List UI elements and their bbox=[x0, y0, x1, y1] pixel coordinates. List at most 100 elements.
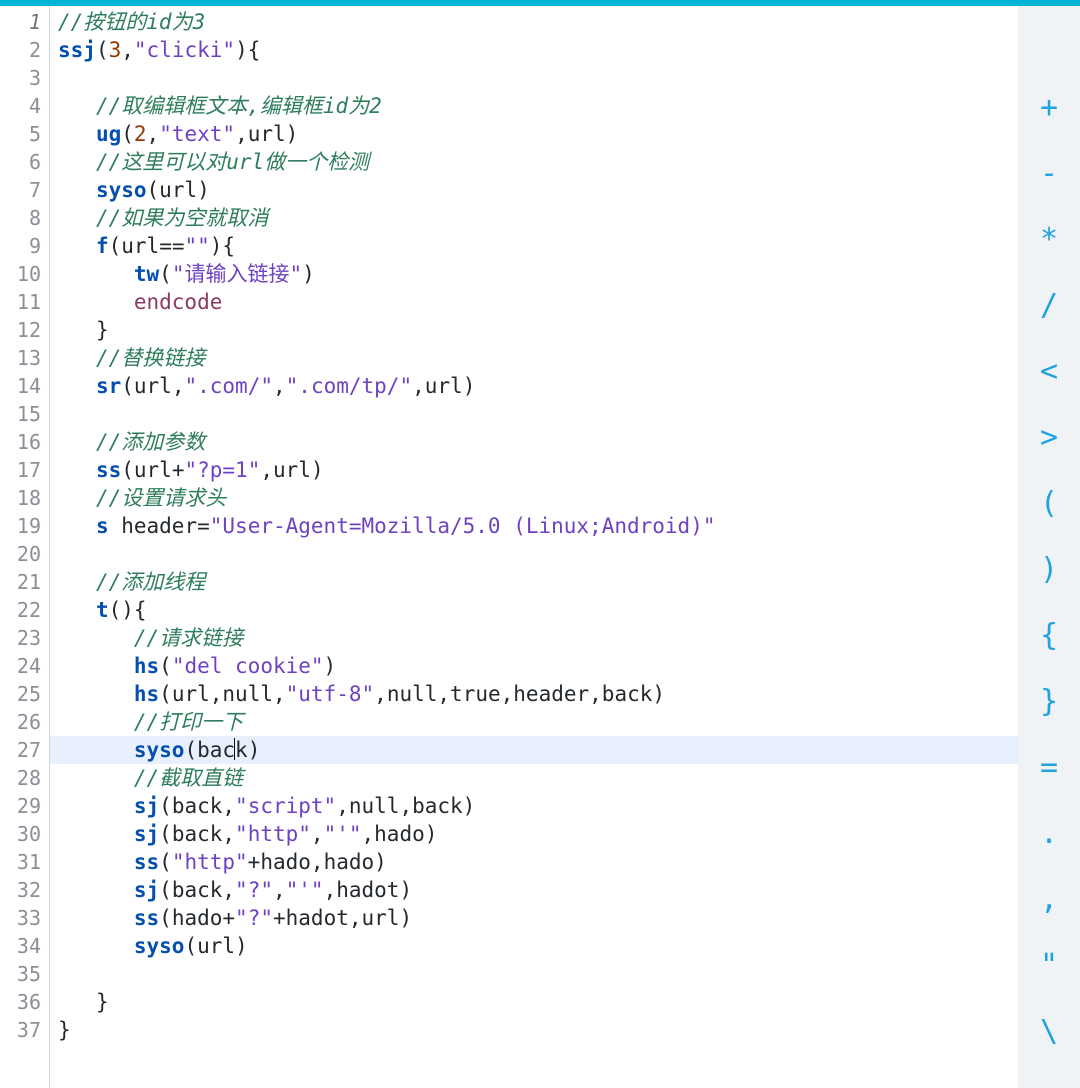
code-line[interactable]: sr(url,".com/",".com/tp/",url) bbox=[50, 372, 1018, 400]
dot-icon[interactable]: . bbox=[1029, 818, 1069, 848]
line-number: 19 bbox=[0, 512, 49, 540]
code-line[interactable]: f(url==""){ bbox=[50, 232, 1018, 260]
token-punc: ( bbox=[147, 178, 160, 202]
token-punc: ) bbox=[286, 122, 299, 146]
code-line[interactable]: //添加线程 bbox=[50, 568, 1018, 596]
line-number-gutter[interactable]: 1234567891011121314151617181920212223242… bbox=[0, 6, 50, 1088]
code-line[interactable] bbox=[50, 64, 1018, 92]
code-line[interactable]: //这里可以对url做一个检测 bbox=[50, 148, 1018, 176]
token-str: "请输入链接" bbox=[172, 262, 302, 286]
code-line[interactable]: syso(url) bbox=[50, 932, 1018, 960]
open-brace-icon[interactable]: { bbox=[1029, 620, 1069, 650]
code-line[interactable]: } bbox=[50, 316, 1018, 344]
code-line[interactable]: } bbox=[50, 988, 1018, 1016]
comma-icon[interactable]: , bbox=[1029, 884, 1069, 914]
token-ident: back bbox=[412, 794, 463, 818]
token-fn: ug bbox=[96, 122, 121, 146]
less-than-icon[interactable]: < bbox=[1029, 356, 1069, 386]
plus-icon[interactable]: + bbox=[1029, 92, 1069, 122]
code-line[interactable]: sj(back,"script",null,back) bbox=[50, 792, 1018, 820]
code-line[interactable]: //替换链接 bbox=[50, 344, 1018, 372]
equals-icon[interactable]: = bbox=[1029, 752, 1069, 782]
token-ident: url bbox=[134, 458, 172, 482]
token-punc: } bbox=[96, 318, 109, 342]
code-line[interactable]: hs("del cookie") bbox=[50, 652, 1018, 680]
line-number: 20 bbox=[0, 540, 49, 568]
code-line[interactable]: } bbox=[50, 1016, 1018, 1044]
code-line[interactable]: ug(2,"text",url) bbox=[50, 120, 1018, 148]
token-punc: = bbox=[197, 514, 210, 538]
token-punc: ( bbox=[121, 122, 134, 146]
code-line[interactable]: //设置请求头 bbox=[50, 484, 1018, 512]
token-punc: ) bbox=[399, 906, 412, 930]
token-punc: , bbox=[324, 878, 337, 902]
code-line[interactable]: hs(url,null,"utf-8",null,true,header,bac… bbox=[50, 680, 1018, 708]
code-line[interactable]: endcode bbox=[50, 288, 1018, 316]
line-number: 21 bbox=[0, 568, 49, 596]
code-line[interactable]: //如果为空就取消 bbox=[50, 204, 1018, 232]
token-num: 3 bbox=[109, 38, 122, 62]
line-number: 17 bbox=[0, 456, 49, 484]
token-ident: url bbox=[197, 934, 235, 958]
line-number: 4 bbox=[0, 92, 49, 120]
code-line[interactable]: //请求链接 bbox=[50, 624, 1018, 652]
token-fn: sj bbox=[134, 878, 159, 902]
code-line[interactable]: ssj(3,"clicki"){ bbox=[50, 36, 1018, 64]
token-punc: + bbox=[222, 906, 235, 930]
code-line[interactable]: t(){ bbox=[50, 596, 1018, 624]
code-line[interactable]: ss(url+"?p=1",url) bbox=[50, 456, 1018, 484]
code-text-area[interactable]: //按钮的id为3ssj(3,"clicki"){ //取编辑框文本,编辑框id… bbox=[50, 6, 1018, 1088]
code-line[interactable]: s header="User-Agent=Mozilla/5.0 (Linux;… bbox=[50, 512, 1018, 540]
minus-icon[interactable]: - bbox=[1029, 158, 1069, 188]
code-line[interactable]: ss(hado+"?"+hadot,url) bbox=[50, 904, 1018, 932]
token-fn: syso bbox=[96, 178, 147, 202]
token-punc: ( bbox=[184, 934, 197, 958]
token-punc: + bbox=[273, 906, 286, 930]
close-paren-icon[interactable]: ) bbox=[1029, 554, 1069, 584]
code-line[interactable]: //添加参数 bbox=[50, 428, 1018, 456]
open-paren-icon[interactable]: ( bbox=[1029, 488, 1069, 518]
token-fn: sj bbox=[134, 822, 159, 846]
token-str: "http" bbox=[172, 850, 248, 874]
line-number: 36 bbox=[0, 988, 49, 1016]
code-line[interactable]: //截取直链 bbox=[50, 764, 1018, 792]
slash-icon[interactable]: / bbox=[1029, 290, 1069, 320]
token-punc: ){ bbox=[235, 38, 260, 62]
token-ident: header bbox=[513, 682, 589, 706]
line-number: 28 bbox=[0, 764, 49, 792]
token-punc: ) bbox=[399, 878, 412, 902]
token-comment: //添加线程 bbox=[96, 570, 205, 594]
code-line[interactable]: sj(back,"http","'",hado) bbox=[50, 820, 1018, 848]
greater-than-icon[interactable]: > bbox=[1029, 422, 1069, 452]
code-line[interactable] bbox=[50, 400, 1018, 428]
token-ident: hado bbox=[172, 906, 223, 930]
token-str: "del cookie" bbox=[172, 654, 324, 678]
code-line[interactable]: tw("请输入链接") bbox=[50, 260, 1018, 288]
token-str: "http" bbox=[235, 822, 311, 846]
code-line[interactable] bbox=[50, 960, 1018, 988]
code-line[interactable]: ss("http"+hado,hado) bbox=[50, 848, 1018, 876]
line-number: 7 bbox=[0, 176, 49, 204]
code-line[interactable]: //取编辑框文本,编辑框id为2 bbox=[50, 92, 1018, 120]
token-fn: hs bbox=[134, 682, 159, 706]
token-str: "script" bbox=[235, 794, 336, 818]
token-ident: hado bbox=[260, 850, 311, 874]
backslash-icon[interactable]: \ bbox=[1029, 1016, 1069, 1046]
code-line[interactable]: //按钮的id为3 bbox=[50, 8, 1018, 36]
code-line[interactable]: syso(url) bbox=[50, 176, 1018, 204]
token-punc: , bbox=[349, 906, 362, 930]
token-fn: ss bbox=[134, 850, 159, 874]
quote-icon[interactable]: " bbox=[1029, 950, 1069, 980]
code-line[interactable]: syso(back) bbox=[50, 736, 1018, 764]
code-line[interactable] bbox=[50, 540, 1018, 568]
line-number: 9 bbox=[0, 232, 49, 260]
code-line[interactable]: //打印一下 bbox=[50, 708, 1018, 736]
token-ident: url bbox=[159, 178, 197, 202]
token-comment: //如果为空就取消 bbox=[96, 206, 268, 230]
line-number: 32 bbox=[0, 876, 49, 904]
close-brace-icon[interactable]: } bbox=[1029, 686, 1069, 716]
token-ident: hado bbox=[324, 850, 375, 874]
code-line[interactable]: sj(back,"?","'",hadot) bbox=[50, 876, 1018, 904]
asterisk-icon[interactable]: * bbox=[1029, 224, 1069, 254]
token-ident: null bbox=[349, 794, 400, 818]
